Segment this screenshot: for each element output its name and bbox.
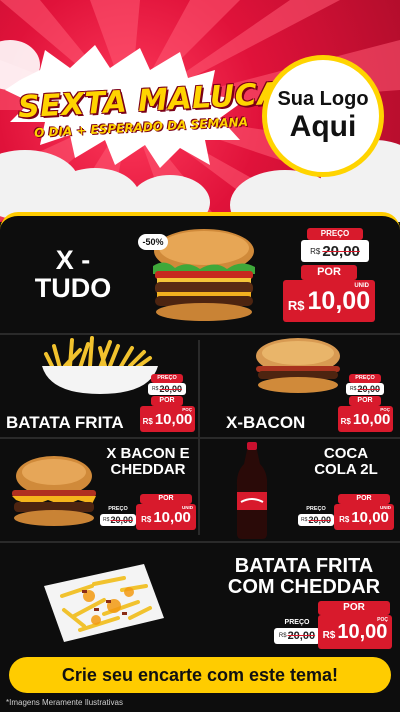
old-price-currency: R$ [310,246,321,256]
new-price-value: 10,00 [337,620,388,643]
price-label: PREÇO [151,374,183,383]
por-label: POR [338,494,390,504]
old-price: R$ 20,00 [148,383,186,395]
product-name-x-bacon-cheddar: X BACON E CHEDDAR [96,446,200,478]
product-name-x-bacon: X-BACON [226,413,306,432]
product-name-line: X BACON E [106,445,190,462]
row-divider [0,541,400,543]
product-name-line: X - [55,245,91,275]
old-price-value: 20,00 [110,515,133,525]
new-price: R$ 10,00 POÇ [140,406,195,432]
por-label: POR [151,396,183,406]
price-unit: POÇ [380,407,390,412]
coca-cola-bottle-image [236,442,268,539]
french-fries-image [42,336,158,394]
new-price-currency: R$ [340,416,351,426]
old-price-currency: R$ [301,517,308,523]
logo-text-line1: Sua Logo [277,88,369,110]
product-name-batata-frita: BATATA FRITA [6,413,124,432]
new-price: R$ 10,00 POÇ [318,615,392,649]
price-label: PREÇO [349,374,381,383]
por-label: POR [301,265,357,280]
old-price: R$ 20,00 [100,514,136,526]
old-price: R$ 20,00 [346,383,384,395]
price-unit: UNID [182,505,193,510]
new-price: R$ 10,00 UNID [334,504,394,530]
logo-placeholder[interactable]: Sua Logo Aqui [262,55,384,177]
new-price-value: 10,00 [351,508,389,526]
burger-x-bacon-image [256,338,340,393]
row-divider [0,437,400,439]
por-label: POR [349,396,381,406]
old-price: R$ 20,00 [301,240,369,262]
product-name-coca-cola: COCA COLA 2L [298,446,394,478]
product-name-batata-cheddar: BATATA FRITA COM CHEDDAR [212,556,396,598]
price-label: PREÇO [307,228,363,240]
price-label: PREÇO [284,619,310,626]
price-unit: POÇ [377,617,388,623]
old-price-currency: R$ [278,633,287,639]
price-unit: UNID [354,283,369,289]
old-price-currency: R$ [350,386,357,392]
product-name-line: COCA [323,445,369,462]
old-price: R$ 20,00 [274,628,320,644]
old-price-value: 20,00 [308,515,331,525]
product-name-x-tudo: X - TUDO [18,246,128,303]
product-name-line: TUDO [34,273,112,304]
old-price-currency: R$ [152,386,159,392]
cta-banner[interactable]: Crie seu encarte com este tema! [9,657,391,693]
new-price-value: 10,00 [352,410,391,428]
old-price-currency: R$ [103,517,110,523]
new-price: R$ 10,00 UNID [136,504,196,530]
burger-bacon-cheddar-image [12,456,96,526]
new-price-value: 10,00 [153,508,191,526]
price-label: PREÇO [306,506,326,512]
por-label: POR [140,494,192,504]
new-price-currency: R$ [287,297,305,313]
price-unit: POÇ [182,407,192,412]
new-price-value: 10,00 [154,410,193,428]
old-price-value: 20,00 [287,630,316,642]
product-name-line: COM CHEDDAR [227,576,381,598]
new-price-currency: R$ [142,416,153,426]
row-divider [0,333,400,335]
old-price-value: 20,00 [322,242,360,260]
disclaimer-text: *Imagens Meramente Ilustrativas [6,698,123,707]
product-name-line: CHEDDAR [110,460,186,478]
por-label: POR [318,601,390,615]
discount-badge: -50% [138,234,168,250]
new-price-currency: R$ [339,514,350,524]
old-price: R$ 20,00 [298,514,334,526]
new-price: R$ 10,00 POÇ [338,406,393,432]
new-price-value: 10,00 [307,286,371,315]
price-unit: UNID [380,505,391,510]
price-label: PREÇO [108,506,128,512]
new-price-currency: R$ [141,514,152,524]
product-name-line: COLA 2L [314,460,378,478]
logo-text-line2: Aqui [289,110,357,143]
old-price-value: 20,00 [357,384,380,394]
new-price-currency: R$ [322,629,336,641]
new-price: R$ 10,00 UNID [283,280,375,322]
product-name-line: BATATA FRITA [234,555,374,577]
column-divider [198,340,200,535]
header-banner: SEXTA MALUCA! O DIA + ESPERADO DA SEMANA… [0,0,400,222]
cheddar-fries-image [44,564,164,642]
old-price-value: 20,00 [159,384,182,394]
